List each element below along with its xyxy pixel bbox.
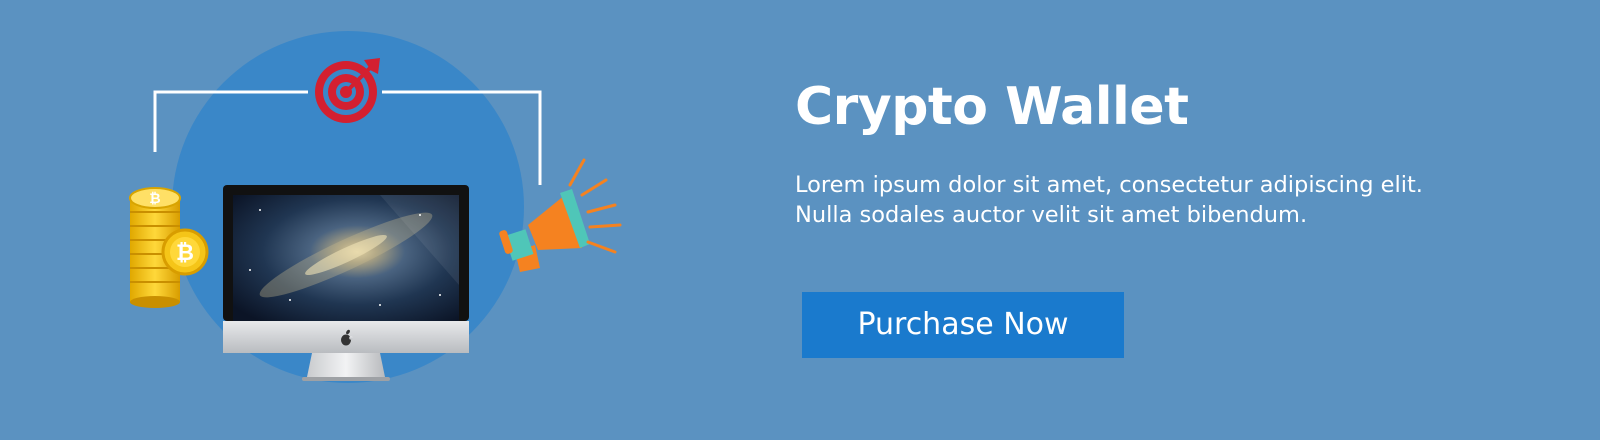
description-line-2: Nulla sodales auctor velit sit amet bibe… [795,201,1308,228]
monitor-icon [223,185,469,381]
svg-text:₿: ₿ [176,241,194,266]
banner-content: Crypto Wallet Lorem ipsum dolor sit amet… [795,77,1555,230]
banner-description: Lorem ipsum dolor sit amet, consectetur … [795,170,1555,230]
purchase-now-button[interactable]: Purchase Now [802,292,1124,358]
svg-text:₿: ₿ [149,191,160,207]
banner-title: Crypto Wallet [795,77,1189,137]
illustration-svg: ₿ ₿ [129,31,622,383]
description-line-1: Lorem ipsum dolor sit amet, consectetur … [795,171,1423,198]
hero-illustration: ₿ ₿ [120,30,640,395]
